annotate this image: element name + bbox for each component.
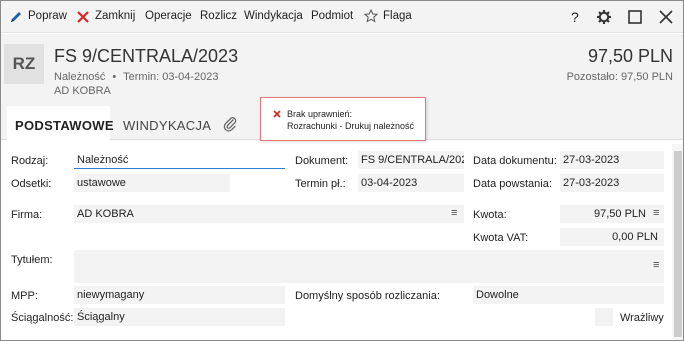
creation-date-field[interactable]: 27-03-2023: [560, 174, 664, 192]
vat-amount-label: Kwota VAT:: [473, 232, 529, 244]
amount-field[interactable]: 97,50 PLN: [560, 205, 664, 223]
close-icon[interactable]: [657, 8, 675, 26]
settle-menu[interactable]: Rozlicz: [200, 10, 237, 22]
title-field[interactable]: [74, 250, 664, 283]
document-type-badge: RZ: [4, 44, 44, 84]
settlement-method-field[interactable]: Dowolne: [473, 286, 664, 304]
payment-term-field[interactable]: 03-04-2023: [358, 174, 464, 192]
pencil-icon: [11, 12, 21, 22]
toolbar: Popraw Zamknij Operacje Rozlicz Windykac…: [1, 1, 683, 33]
creation-date-label: Data powstania:: [473, 178, 552, 190]
help-icon[interactable]: ?: [571, 9, 579, 25]
collectability-label: Ściągalność:: [11, 312, 74, 324]
maximize-icon[interactable]: [626, 8, 644, 26]
document-kind: Należność: [54, 71, 106, 83]
settings-icon[interactable]: [595, 8, 613, 26]
meta-separator: •: [112, 71, 117, 83]
permission-error-tooltip: Brak uprawnień: Rozrachunki - Drukuj nal…: [260, 97, 426, 141]
edit-button[interactable]: Popraw: [28, 10, 67, 22]
flag-button[interactable]: Flaga: [383, 10, 412, 22]
star-icon: [364, 9, 378, 23]
close-x-icon: [77, 11, 89, 23]
company-label: Firma:: [11, 209, 43, 221]
subject-menu[interactable]: Podmiot: [311, 10, 353, 22]
document-date-field[interactable]: 27-03-2023: [560, 151, 664, 169]
tooltip-title: Brak uprawnień:: [287, 109, 353, 119]
operations-menu[interactable]: Operacje: [145, 10, 192, 22]
tab-debt-collection[interactable]: WINDYKACJA: [123, 118, 211, 133]
document-label: Dokument:: [295, 155, 349, 167]
collectability-field[interactable]: Ściągalny: [74, 308, 285, 326]
company-field[interactable]: AD KOBRA: [74, 205, 464, 223]
document-header: RZ FS 9/CENTRALA/2023 Należność • Termin…: [1, 34, 683, 106]
interest-label: Odsetki:: [11, 178, 52, 190]
company-menu-icon[interactable]: ≡: [451, 207, 457, 219]
document-contractor: AD KOBRA: [54, 85, 111, 97]
document-date-label: Data dokumentu:: [473, 155, 557, 167]
debt-collection-menu[interactable]: Windykacja: [244, 10, 303, 22]
amount-label: Kwota:: [473, 209, 507, 221]
title-menu-icon[interactable]: ≡: [653, 259, 659, 271]
scrollbar-thumb[interactable]: [674, 151, 682, 337]
payment-term-label: Termin pł.:: [295, 178, 346, 190]
error-x-icon: [273, 110, 281, 118]
sensitive-label: Wrażliwy: [620, 312, 664, 324]
mpp-field[interactable]: niewymagany: [74, 286, 285, 304]
close-document-button[interactable]: Zamknij: [95, 10, 135, 22]
tab-basic[interactable]: PODSTAWOWE: [15, 118, 114, 133]
paperclip-icon[interactable]: [223, 116, 237, 132]
document-term: Termin: 03-04-2023: [123, 71, 219, 83]
title-label: Tytułem:: [11, 254, 53, 266]
document-amount: 97,50 PLN: [587, 46, 673, 66]
interest-field[interactable]: ustawowe: [74, 174, 230, 192]
document-window: Popraw Zamknij Operacje Rozlicz Windykac…: [0, 0, 684, 341]
type-field[interactable]: Należność: [74, 151, 285, 169]
settlement-method-label: Domyślny sposób rozliczania:: [295, 290, 440, 302]
remaining-amount: Pozostało: 97,50 PLN: [566, 71, 673, 83]
type-label: Rodzaj:: [11, 155, 49, 167]
sensitive-checkbox[interactable]: [595, 308, 613, 326]
tooltip-message: Rozrachunki - Drukuj należność: [287, 121, 415, 131]
document-meta: Należność • Termin: 03-04-2023: [54, 71, 219, 83]
mpp-label: MPP:: [11, 290, 38, 302]
document-field[interactable]: FS 9/CENTRALA/2023: [358, 151, 464, 169]
document-title: FS 9/CENTRALA/2023: [54, 46, 239, 66]
vat-amount-field[interactable]: 0,00 PLN: [560, 228, 664, 246]
amount-menu-icon[interactable]: ≡: [653, 207, 659, 219]
